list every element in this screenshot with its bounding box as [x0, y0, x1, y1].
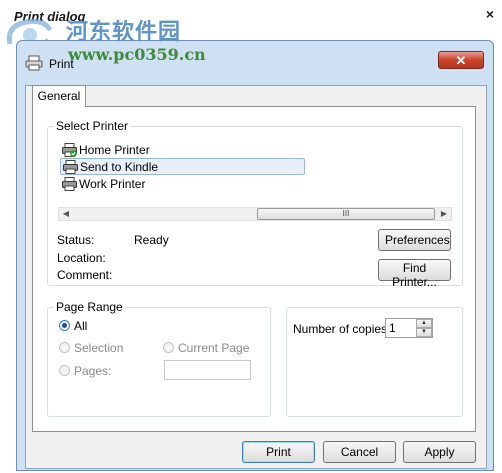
radio-current-page-label: Current Page	[178, 341, 250, 355]
radio-selection-label: Selection	[74, 341, 124, 355]
printer-icon	[62, 177, 77, 191]
find-printer-button[interactable]: Find Printer...	[378, 259, 451, 289]
scroll-right-icon[interactable]: ▶	[437, 208, 451, 220]
comment-label: Comment:	[57, 268, 113, 282]
printer-icon	[63, 160, 78, 174]
print-button[interactable]: Print	[242, 441, 315, 463]
printer-item-home[interactable]: Home Printer	[60, 142, 260, 158]
preferences-button[interactable]: Preferences	[378, 229, 451, 251]
default-printer-icon	[62, 143, 77, 157]
copies-label: Number of copies:	[293, 322, 391, 336]
copies-up-icon[interactable]: ▲	[416, 319, 432, 328]
tab-join	[33, 105, 85, 108]
radio-selection	[59, 342, 70, 353]
radio-all[interactable]	[59, 320, 70, 331]
printer-item-kindle[interactable]: Send to Kindle	[60, 158, 305, 175]
radio-all-label: All	[74, 319, 88, 333]
location-label: Location:	[57, 251, 106, 265]
scroll-thumb[interactable]: III	[257, 208, 435, 220]
page-range-label: Page Range	[54, 300, 125, 314]
copies-down-icon[interactable]: ▼	[416, 328, 432, 337]
printer-list-hscrollbar[interactable]: ◀ III ▶	[58, 207, 452, 221]
printer-name: Work Printer	[79, 177, 146, 191]
app-close-icon[interactable]: ×	[482, 6, 498, 22]
printer-item-work[interactable]: Work Printer	[60, 176, 260, 192]
radio-pages	[59, 365, 70, 376]
select-printer-label: Select Printer	[54, 119, 131, 133]
pages-input	[164, 360, 251, 380]
radio-current-page	[163, 342, 174, 353]
watermark-url: www.pc0359.cn	[68, 45, 206, 64]
scroll-left-icon[interactable]: ◀	[59, 208, 73, 220]
printer-name: Home Printer	[79, 143, 150, 157]
watermark-text: 河东软件园	[66, 19, 182, 45]
printer-name: Send to Kindle	[80, 160, 159, 174]
status-value: Ready	[134, 233, 169, 247]
apply-button[interactable]: Apply	[403, 441, 476, 463]
cancel-button[interactable]: Cancel	[323, 441, 396, 463]
status-label: Status:	[57, 233, 95, 247]
tab-general[interactable]: General	[32, 85, 86, 107]
printer-icon	[25, 55, 43, 71]
radio-pages-label: Pages:	[74, 364, 112, 378]
dialog-close-button[interactable]: ✕	[438, 51, 484, 69]
